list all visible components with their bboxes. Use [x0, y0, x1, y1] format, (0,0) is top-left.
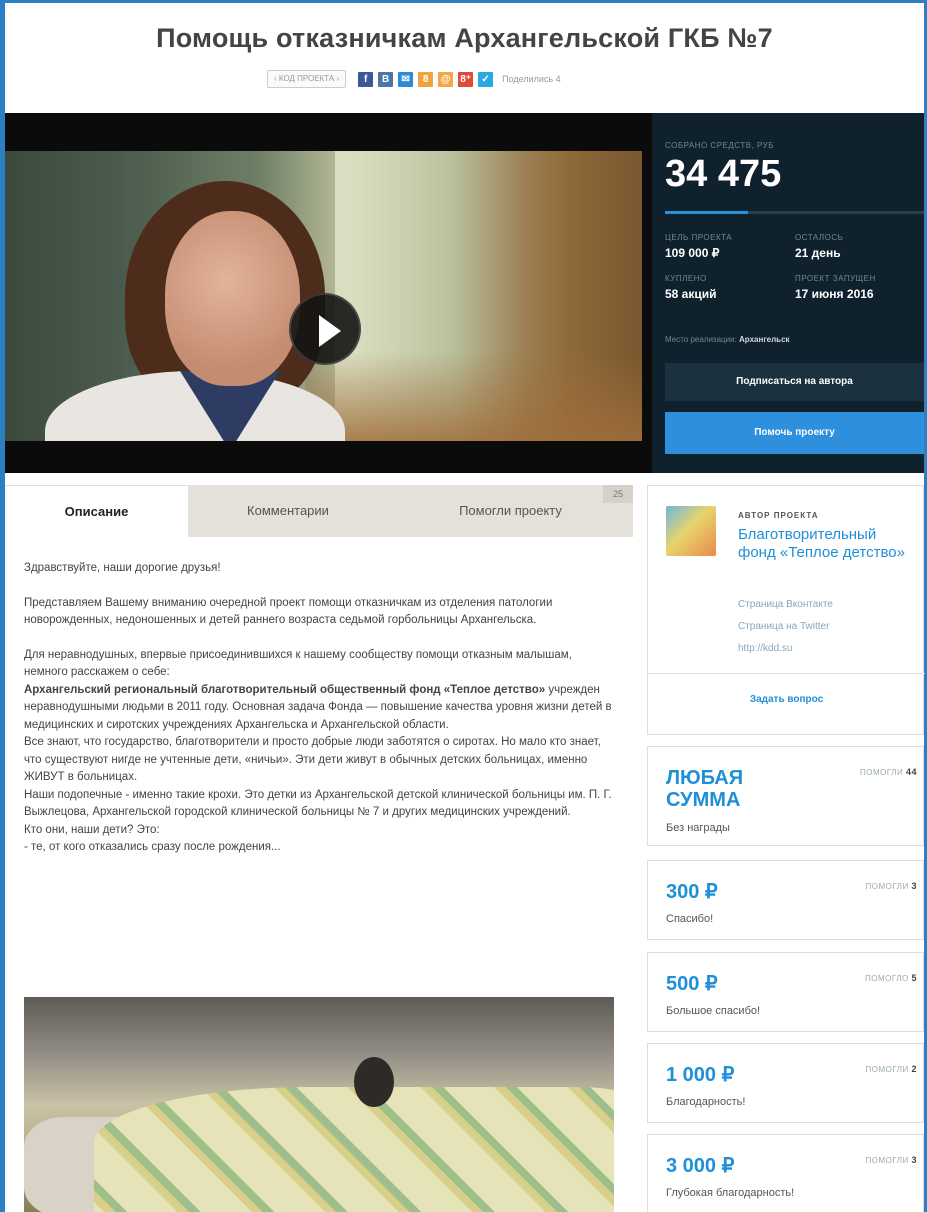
baby-photo	[24, 997, 614, 1212]
reward-helped: ПОМОГЛИ 2	[866, 1064, 918, 1074]
mail-icon[interactable]: ✉	[398, 71, 414, 87]
vkontakte-icon[interactable]: В	[378, 71, 394, 87]
greeting: Здравствуйте, наши дорогие друзья!	[24, 562, 221, 574]
everyone-knows-paragraph: Все знают, что государство, благотворите…	[24, 736, 601, 783]
reward-card[interactable]: ЛЮБАЯ СУММА ПОМОГЛИ 44 Без награды	[647, 746, 924, 846]
help-project-button[interactable]: Помочь проекту	[665, 412, 924, 454]
project-header: Помощь отказничкам Архангельской ГКБ №7 …	[5, 3, 924, 113]
reward-card[interactable]: 3 000 ₽ ПОМОГЛИ 3 Глубокая благодарность…	[647, 1134, 924, 1212]
raised-label: СОБРАНО СРЕДСТВ, РУБ	[665, 141, 774, 150]
place-value: Архангельск	[739, 335, 790, 344]
bought-label: КУПЛЕНО	[665, 274, 707, 283]
divider	[648, 673, 925, 674]
reward-card[interactable]: 300 ₽ ПОМОГЛИ 3 Спасибо!	[647, 860, 924, 940]
facebook-icon[interactable]: f	[358, 71, 374, 87]
googleplus-icon[interactable]: 8⁺	[458, 71, 474, 87]
first-item: - те, от кого отказались сразу после рож…	[24, 841, 281, 853]
author-twitter-link[interactable]: Страница на Twitter	[738, 621, 829, 632]
newcomers-paragraph: Для неравнодушных, впервые присоединивши…	[24, 648, 572, 679]
who-line: Кто они, наши дети? Это:	[24, 823, 160, 836]
reward-description: Без награды	[666, 822, 730, 834]
reward-helped-count: 3	[911, 1155, 917, 1165]
video-floor	[305, 351, 642, 441]
started-stat: ПРОЕКТ ЗАПУЩЕН 17 июня 2016	[795, 274, 924, 301]
reward-description: Большое спасибо!	[666, 1005, 761, 1017]
goal-stat: ЦЕЛЬ ПРОЕКТА 109 000 ₽	[665, 233, 795, 260]
author-avatar[interactable]	[666, 506, 716, 556]
reward-helped: ПОМОГЛИ 3	[866, 1155, 918, 1165]
tab-comments[interactable]: Комментарии	[188, 485, 388, 537]
reward-helped-label: ПОМОГЛИ	[865, 1156, 909, 1165]
subscribe-author-button[interactable]: Подписаться на автора	[665, 363, 924, 401]
days-left-value: 21 день	[795, 246, 841, 260]
place-label: Место реализации:	[665, 335, 737, 344]
photo-shadow	[354, 1057, 394, 1107]
days-left-stat: ОСТАЛОСЬ 21 день	[795, 233, 924, 260]
stats-grid: ЦЕЛЬ ПРОЕКТА 109 000 ₽ ОСТАЛОСЬ 21 день …	[665, 233, 924, 301]
author-vk-link[interactable]: Страница Вконтакте	[738, 599, 833, 610]
intro-paragraph: Представляем Вашему вниманию очередной п…	[24, 596, 553, 627]
reward-card[interactable]: 1 000 ₽ ПОМОГЛИ 2 Благодарность!	[647, 1043, 924, 1123]
reward-amount: 500 ₽	[666, 973, 718, 995]
tab-description[interactable]: Описание	[5, 485, 188, 537]
share-count: Поделились 4	[502, 74, 561, 84]
reward-amount: 1 000 ₽	[666, 1064, 735, 1086]
helped-count-badge: 25	[603, 485, 633, 503]
fund-paragraph: Архангельский региональный благотворител…	[24, 682, 616, 735]
twitter-icon[interactable]: ✓	[478, 71, 494, 87]
ask-question-link[interactable]: Задать вопрос	[648, 694, 925, 705]
progress-bar	[665, 211, 924, 214]
progress-fill	[665, 211, 748, 214]
reward-helped: ПОМОГЛО 5	[865, 973, 917, 983]
project-code-button[interactable]: ‹ КОД ПРОЕКТА ›	[267, 70, 347, 88]
reward-helped-label: ПОМОГЛИ	[865, 882, 909, 891]
reward-amount: 3 000 ₽	[666, 1155, 735, 1177]
reward-card[interactable]: 500 ₽ ПОМОГЛО 5 Большое спасибо!	[647, 952, 924, 1032]
days-left-label: ОСТАЛОСЬ	[795, 233, 844, 242]
reward-description: Глубокая благодарность!	[666, 1187, 795, 1199]
started-value: 17 июня 2016	[795, 287, 874, 301]
reward-amount: ЛЮБАЯ СУММА	[666, 767, 744, 811]
reward-helped-count: 2	[911, 1064, 917, 1074]
started-label: ПРОЕКТ ЗАПУЩЕН	[795, 274, 876, 283]
reward-helped: ПОМОГЛИ 44	[860, 767, 917, 777]
bought-value: 58 акций	[665, 287, 717, 301]
tab-helped-label: Помогли проекту	[459, 503, 562, 518]
author-site-link[interactable]: http://kdd.su	[738, 643, 792, 654]
share-row: ‹ КОД ПРОЕКТА › f В ✉ 8 @ 8⁺ ✓ Поделилис…	[267, 68, 561, 90]
video-person-face	[165, 211, 300, 386]
play-icon[interactable]	[289, 293, 361, 365]
reward-helped-count: 44	[905, 767, 917, 777]
hero-section: СОБРАНО СРЕДСТВ, РУБ 34 475 ЦЕЛЬ ПРОЕКТА…	[5, 113, 924, 473]
reward-description: Спасибо!	[666, 913, 714, 925]
reward-helped: ПОМОГЛИ 3	[866, 881, 918, 891]
fund-name: Архангельский региональный благотворител…	[24, 683, 546, 696]
goal-label: ЦЕЛЬ ПРОЕКТА	[665, 233, 733, 242]
photo-blanket	[94, 1087, 614, 1212]
author-name-link[interactable]: Благотворительный фонд «Теплое детство»	[738, 526, 918, 562]
our-wards-paragraph: Наши подопечные - именно такие крохи. Эт…	[24, 788, 612, 819]
place: Место реализации: Архангельск	[665, 335, 790, 344]
author-card: АВТОР ПРОЕКТА Благотворительный фонд «Те…	[647, 485, 925, 735]
stats-panel: СОБРАНО СРЕДСТВ, РУБ 34 475 ЦЕЛЬ ПРОЕКТА…	[652, 113, 924, 473]
reward-amount: 300 ₽	[666, 881, 718, 903]
bought-stat: КУПЛЕНО 58 акций	[665, 274, 795, 301]
reward-helped-count: 3	[911, 881, 917, 891]
mailru-icon[interactable]: @	[438, 71, 454, 87]
content-tabs: Описание Комментарии Помогли проекту 25	[5, 485, 633, 537]
raised-amount: 34 475	[665, 153, 782, 195]
tab-helped[interactable]: Помогли проекту 25	[388, 485, 633, 537]
reward-helped-label: ПОМОГЛИ	[860, 768, 904, 777]
reward-helped-label: ПОМОГЛО	[865, 974, 909, 983]
page-title: Помощь отказничкам Архангельской ГКБ №7	[156, 23, 773, 53]
project-description: Здравствуйте, наши дорогие друзья! Предс…	[24, 560, 616, 857]
goal-value: 109 000 ₽	[665, 246, 720, 260]
author-label: АВТОР ПРОЕКТА	[738, 511, 819, 520]
reward-helped-label: ПОМОГЛИ	[865, 1065, 909, 1074]
project-video[interactable]	[5, 151, 642, 441]
odnoklassniki-icon[interactable]: 8	[418, 71, 434, 87]
reward-description: Благодарность!	[666, 1096, 746, 1108]
reward-helped-count: 5	[911, 973, 917, 983]
